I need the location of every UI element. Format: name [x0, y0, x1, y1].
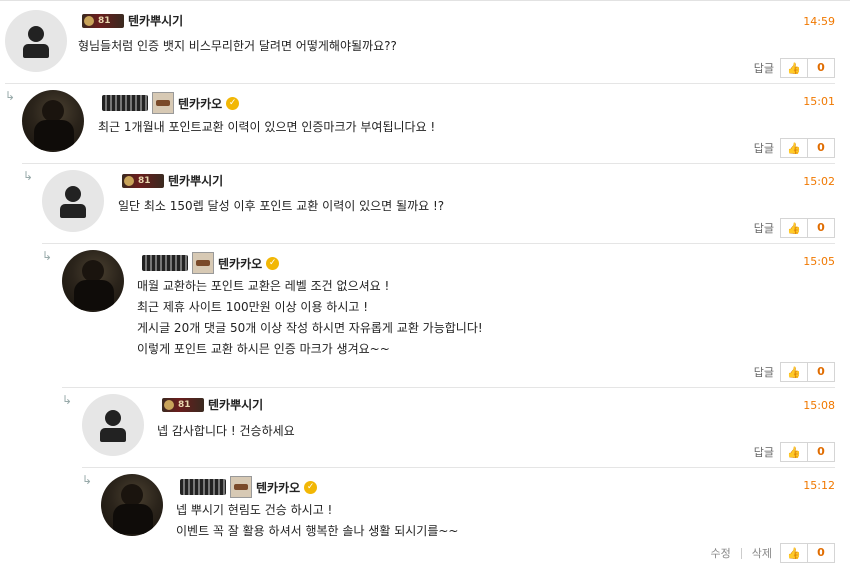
comment-text: 최근 1개월내 포인트교환 이력이 있으면 인증마크가 부여됩니다요 ! [98, 120, 436, 134]
level-badge: 81 [162, 397, 204, 412]
card-badge [230, 476, 252, 498]
reply-arrow-icon: ↳ [5, 89, 16, 103]
divider [22, 163, 835, 164]
like-count: 0 [817, 365, 825, 378]
comment-actions: 답글 👍 0 [754, 138, 835, 158]
user-badges: 텐카카오 ✓ [142, 252, 280, 274]
delete-button[interactable]: 삭제 [752, 545, 772, 561]
user-avatar-photo[interactable] [22, 90, 84, 152]
divider [5, 83, 835, 84]
rank-badge [102, 95, 148, 111]
timestamp: 15:05 [803, 255, 835, 268]
thumbs-up-icon: 👍 [781, 219, 808, 237]
user-silhouette-icon[interactable] [82, 394, 144, 456]
divider [62, 387, 835, 388]
thumbs-up-icon: 👍 [781, 443, 808, 461]
reply-button[interactable]: 답글 [754, 140, 774, 156]
nickname[interactable]: 텐카뿌시기 [168, 172, 223, 189]
like-count: 0 [817, 221, 825, 234]
reply-arrow-icon: ↳ [62, 393, 73, 407]
comment-actions: 답글 👍 0 [754, 218, 835, 238]
user-badges: 텐카카오 ✓ [180, 476, 318, 498]
timestamp: 15:08 [803, 399, 835, 412]
like-count: 0 [817, 61, 825, 74]
edit-button[interactable]: 수정 [711, 545, 731, 561]
user-badges: 81 텐카뿌시기 [122, 172, 223, 189]
user-badges: 텐카카오 ✓ [102, 92, 240, 114]
user-silhouette-icon[interactable] [5, 10, 67, 72]
comment-text: 형님들처럼 인증 뱃지 비스무리한거 달려면 어떻게해야될까요?? [78, 39, 397, 53]
reply-arrow-icon: ↳ [82, 473, 93, 487]
user-avatar-photo[interactable] [101, 474, 163, 536]
card-badge [152, 92, 174, 114]
reply-button[interactable]: 답글 [754, 220, 774, 236]
like-button[interactable]: 👍 0 [780, 138, 835, 158]
separator [740, 547, 742, 559]
top-border [0, 0, 850, 1]
thumbs-up-icon: 👍 [781, 363, 808, 381]
user-avatar-photo[interactable] [62, 250, 124, 312]
level-badge: 81 [82, 13, 124, 28]
like-button[interactable]: 👍 0 [780, 362, 835, 382]
timestamp: 15:02 [803, 175, 835, 188]
user-badges: 81 텐카뿌시기 [82, 12, 183, 29]
comment-text: 넵 뿌시기 현림도 건승 하시고 ! 이벤트 꼭 잘 활용 하셔서 행복한 솔나… [176, 503, 459, 538]
comment-text: 일단 최소 150렙 달성 이후 포인트 교환 이력이 있으면 될까요 !? [118, 199, 445, 213]
comment-text: 매월 교환하는 포인트 교환은 레벨 조건 없으셔요 ! 최근 제휴 사이트 1… [137, 279, 483, 356]
card-badge [192, 252, 214, 274]
thumbs-up-icon: 👍 [781, 544, 808, 562]
verified-check-icon: ✓ [304, 480, 318, 494]
like-count: 0 [817, 141, 825, 154]
thumbs-up-icon: 👍 [781, 59, 808, 77]
comment-actions: 답글 👍 0 [754, 442, 835, 462]
reply-button[interactable]: 답글 [754, 444, 774, 460]
divider [42, 243, 835, 244]
reply-button[interactable]: 답글 [754, 60, 774, 76]
level-badge: 81 [122, 173, 164, 188]
rank-badge [142, 255, 188, 271]
verified-check-icon: ✓ [226, 96, 240, 110]
comment-actions: 답글 👍 0 [754, 362, 835, 382]
nickname[interactable]: 텐카카오 [218, 255, 262, 272]
nickname[interactable]: 텐카뿌시기 [128, 12, 183, 29]
like-button[interactable]: 👍 0 [780, 58, 835, 78]
nickname[interactable]: 텐카뿌시기 [208, 396, 263, 413]
nickname[interactable]: 텐카카오 [256, 479, 300, 496]
timestamp: 15:01 [803, 95, 835, 108]
like-count: 0 [817, 546, 825, 559]
thumbs-up-icon: 👍 [781, 139, 808, 157]
reply-arrow-icon: ↳ [42, 249, 53, 263]
reply-arrow-icon: ↳ [23, 169, 34, 183]
comment-actions: 답글 👍 0 [754, 58, 835, 78]
timestamp: 15:12 [803, 479, 835, 492]
verified-check-icon: ✓ [266, 256, 280, 270]
timestamp: 14:59 [803, 15, 835, 28]
user-badges: 81 텐카뿌시기 [162, 396, 263, 413]
like-button[interactable]: 👍 0 [780, 442, 835, 462]
reply-button[interactable]: 답글 [754, 364, 774, 380]
rank-badge [180, 479, 226, 495]
like-button[interactable]: 👍 0 [780, 218, 835, 238]
divider [82, 467, 835, 468]
nickname[interactable]: 텐카카오 [178, 95, 222, 112]
like-count: 0 [817, 445, 825, 458]
user-silhouette-icon[interactable] [42, 170, 104, 232]
like-button[interactable]: 👍 0 [780, 543, 835, 563]
comment-text: 넵 감사합니다 ! 건승하세요 [157, 424, 295, 438]
comment-actions: 수정 삭제 👍 0 [711, 543, 835, 563]
